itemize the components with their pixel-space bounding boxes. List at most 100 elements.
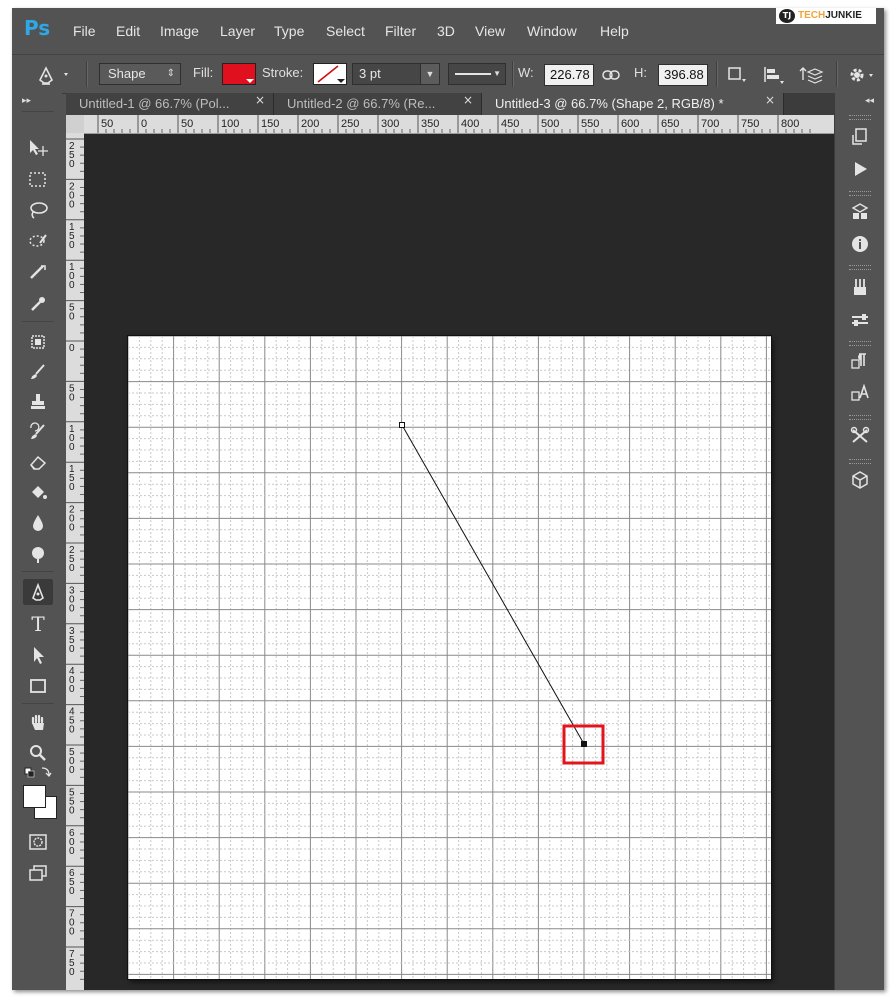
tool-presets-icon[interactable] xyxy=(847,307,873,331)
info-icon[interactable] xyxy=(847,232,873,256)
tab-untitled-1[interactable]: Untitled-1 @ 66.7% (Pol... × xyxy=(66,93,274,115)
path-segment[interactable] xyxy=(401,424,585,745)
anchor-point-start[interactable] xyxy=(399,422,405,428)
eraser-tool-icon[interactable] xyxy=(23,449,53,475)
ruler-label: 0 xyxy=(69,240,75,251)
collapse-icon[interactable]: ◂◂ xyxy=(865,96,874,106)
width-field[interactable]: 226.78 xyxy=(544,64,594,86)
stroke-type-picker[interactable]: ▼ xyxy=(448,63,506,85)
menu-layer[interactable]: Layer xyxy=(220,23,255,39)
marquee-tool-icon[interactable] xyxy=(23,167,53,193)
swap-colors-icon[interactable] xyxy=(23,764,53,780)
menu-3d[interactable]: 3D xyxy=(437,23,455,39)
rectangle-tool-icon[interactable] xyxy=(23,673,53,699)
clone-stamp-tool-icon[interactable] xyxy=(23,389,53,415)
ruler-label: 250 xyxy=(341,118,359,130)
ruler-label: 100 xyxy=(221,118,239,130)
close-icon[interactable]: × xyxy=(765,93,775,107)
quick-mask-icon[interactable] xyxy=(23,829,53,855)
techjunkie-watermark: TJ TECHJUNKIE xyxy=(776,8,876,24)
path-layer xyxy=(399,422,605,765)
screen-mode-icon[interactable] xyxy=(23,860,53,886)
actions-panel-icon[interactable] xyxy=(847,157,873,181)
tab-label: Untitled-1 @ 66.7% (Pol... xyxy=(79,96,230,111)
menu-filter[interactable]: Filter xyxy=(385,23,416,39)
history-panel-icon[interactable] xyxy=(847,125,873,149)
type-tool-icon[interactable]: T xyxy=(23,611,53,637)
menu-select[interactable]: Select xyxy=(326,23,365,39)
ruler-label: 0 xyxy=(69,159,75,170)
collapse-icon[interactable]: ▸▸ xyxy=(22,96,31,106)
ruler-label: 150 xyxy=(261,118,279,130)
tool-options-icon[interactable] xyxy=(847,424,873,448)
zoom-tool-icon[interactable] xyxy=(23,740,53,766)
hand-tool-icon[interactable] xyxy=(23,710,53,736)
ruler-label: 0 xyxy=(69,563,75,574)
lasso-tool-icon[interactable] xyxy=(23,197,53,223)
ruler-label: 800 xyxy=(781,118,799,130)
chevron-down-icon: ▼ xyxy=(420,64,439,84)
move-tool-icon[interactable] xyxy=(23,135,53,161)
path-alignment-icon[interactable] xyxy=(762,65,786,85)
ruler-label: 0 xyxy=(69,199,75,210)
tab-untitled-3[interactable]: Untitled-3 @ 66.7% (Shape 2, RGB/8) * × xyxy=(482,93,784,115)
watermark-tech: TECH xyxy=(798,10,826,21)
right-panel-dock: ◂◂ xyxy=(834,93,884,990)
horizontal-ruler[interactable]: 50 0 50 100 150 200 250 300 350 400 450 500 550 600 65… xyxy=(84,115,834,134)
tab-untitled-2[interactable]: Untitled-2 @ 66.7% (Re... × xyxy=(274,93,482,115)
pen-tool-icon[interactable] xyxy=(23,579,53,605)
ruler-label: 0 xyxy=(69,846,75,857)
ruler-label: 0 xyxy=(69,482,75,493)
history-brush-tool-icon[interactable] xyxy=(23,419,53,445)
close-icon[interactable]: × xyxy=(255,93,265,107)
quick-selection-tool-icon[interactable] xyxy=(23,228,53,254)
menu-help[interactable]: Help xyxy=(600,23,629,39)
menu-edit[interactable]: Edit xyxy=(116,23,140,39)
path-selection-tool-icon[interactable] xyxy=(23,642,53,668)
brush-presets-icon[interactable] xyxy=(847,275,873,299)
ruler-label: 700 xyxy=(701,118,719,130)
menu-window[interactable]: Window xyxy=(527,23,577,39)
character-panel-icon[interactable] xyxy=(847,381,873,405)
paragraph-panel-icon[interactable] xyxy=(847,349,873,373)
ruler-label: 0 xyxy=(69,765,75,776)
brush-tool-icon[interactable] xyxy=(23,359,53,385)
healing-brush-tool-icon[interactable] xyxy=(23,329,53,355)
anchor-point-end[interactable] xyxy=(581,741,587,747)
canvas[interactable] xyxy=(128,336,771,979)
options-bar: Shape ⇕ Fill: Stroke: 3 pt ▼ ▼ W: 226.78… xyxy=(12,54,884,94)
ruler-origin[interactable] xyxy=(66,115,84,133)
stroke-width-field[interactable]: 3 pt ▼ xyxy=(352,63,440,85)
menu-file[interactable]: File xyxy=(73,23,96,39)
menu-type[interactable]: Type xyxy=(274,23,304,39)
gear-icon[interactable] xyxy=(846,64,876,86)
fill-swatch[interactable] xyxy=(222,63,256,85)
path-operations-icon[interactable] xyxy=(726,65,750,85)
properties-panel-icon[interactable] xyxy=(847,200,873,224)
paint-bucket-tool-icon[interactable] xyxy=(23,480,53,506)
eyedropper-tool-icon[interactable] xyxy=(23,291,53,317)
tool-preset-picker[interactable] xyxy=(20,61,74,87)
foreground-color-swatch[interactable] xyxy=(23,785,46,808)
path-arrangement-icon[interactable] xyxy=(798,64,824,86)
blur-tool-icon[interactable] xyxy=(23,510,53,536)
link-icon[interactable] xyxy=(602,67,620,81)
fill-label: Fill: xyxy=(193,65,214,80)
3d-panel-icon[interactable] xyxy=(847,468,873,492)
color-swatches[interactable] xyxy=(23,785,57,819)
mode-select[interactable]: Shape ⇕ xyxy=(99,63,181,85)
close-icon[interactable]: × xyxy=(463,93,473,107)
menu-image[interactable]: Image xyxy=(160,23,199,39)
ruler-label: 350 xyxy=(421,118,439,130)
menu-view[interactable]: View xyxy=(475,23,505,39)
dropdown-arrow-icon xyxy=(337,79,345,83)
stroke-label: Stroke: xyxy=(262,65,304,80)
ruler-label: 650 xyxy=(661,118,679,130)
document-workspace[interactable] xyxy=(84,134,834,990)
height-field[interactable]: 396.88 xyxy=(658,64,708,86)
watermark-junkie: JUNKIE xyxy=(825,10,862,21)
vertical-ruler[interactable]: 2502001501005005010015020025030035040045… xyxy=(66,133,85,990)
stroke-swatch[interactable] xyxy=(313,63,347,85)
dodge-tool-icon[interactable] xyxy=(23,541,53,567)
crop-tool-icon[interactable] xyxy=(23,260,53,286)
